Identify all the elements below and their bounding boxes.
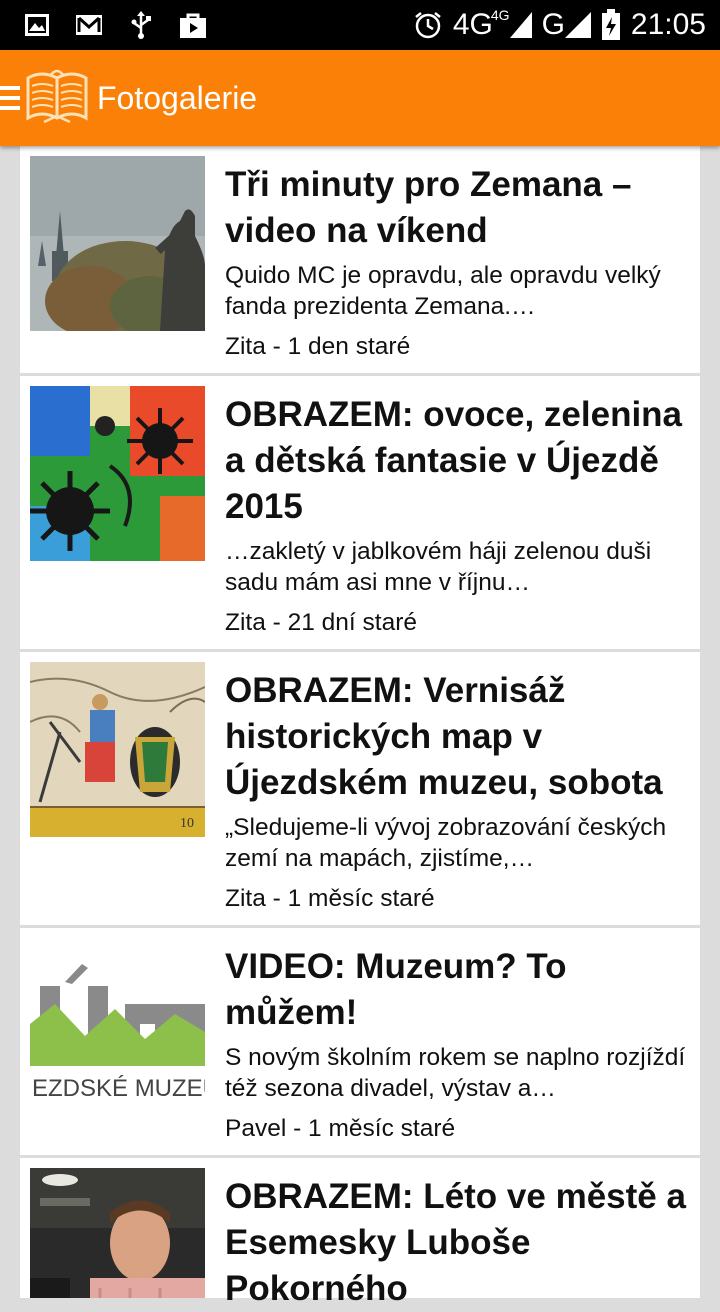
- book-logo-icon[interactable]: [24, 66, 90, 128]
- article-excerpt: Quido MC je opravdu, ale opravdu velký f…: [225, 262, 661, 320]
- bag-icon: [180, 13, 206, 38]
- article-excerpt: S novým školním rokem se naplno rozjíždí…: [225, 1044, 686, 1102]
- hamburger-menu-icon[interactable]: [0, 84, 22, 112]
- article-title[interactable]: VIDEO: Muzeum? To můžem!: [225, 944, 695, 1036]
- museum-logo-text: EZDSKÉ MUZEU: [32, 1075, 205, 1102]
- network-type-4g-small: 4G: [490, 7, 510, 23]
- alarm-icon: [415, 12, 441, 39]
- status-bar: 4G 4G G 21:05: [0, 0, 720, 50]
- signal-icon-2: [564, 12, 591, 38]
- article-title[interactable]: Tři minuty pro Zemana – video na víkend: [225, 162, 695, 254]
- network-type-4g: 4G: [452, 8, 493, 41]
- article-card[interactable]: OBRAZEM: Léto ve městě a Esemesky Luboše…: [20, 1158, 700, 1308]
- battery-icon: [601, 9, 620, 40]
- signal-icon: [509, 12, 532, 38]
- article-title[interactable]: OBRAZEM: Vernisáž historických map v Úje…: [225, 668, 695, 806]
- article-meta: Zita - 1 den staré: [225, 333, 411, 360]
- article-meta: Zita - 1 měsíc staré: [225, 885, 435, 912]
- article-card[interactable]: EZDSKÉ MUZEU VIDEO: Muzeum? To můžem! S …: [20, 928, 700, 1155]
- gmail-icon: [76, 15, 102, 35]
- article-title[interactable]: OBRAZEM: Léto ve městě a Esemesky Luboše…: [225, 1174, 695, 1312]
- article-excerpt: „Sledujeme-li vývoj zobrazování českých …: [225, 814, 667, 872]
- article-thumbnail: [30, 156, 205, 331]
- article-thumbnail: EZDSKÉ MUZEU: [30, 954, 205, 1129]
- app-title: Fotogalerie: [97, 80, 258, 116]
- article-thumbnail: 10: [30, 662, 205, 837]
- image-icon: [25, 14, 49, 36]
- usb-icon: [131, 11, 151, 39]
- museum-logo-image: EZDSKÉ MUZEU: [30, 954, 205, 1129]
- article-card[interactable]: OBRAZEM: ovoce, zelenina a dětská fantas…: [20, 376, 700, 649]
- network-type-g: G: [541, 8, 565, 41]
- article-card[interactable]: 10 OBRAZEM: Vernisáž historických map v …: [20, 652, 700, 925]
- svg-text:10: 10: [180, 816, 194, 831]
- article-thumbnail: [30, 1168, 205, 1298]
- article-title[interactable]: OBRAZEM: ovoce, zelenina a dětská fantas…: [225, 392, 695, 530]
- article-card[interactable]: Tři minuty pro Zemana – video na víkend …: [20, 146, 700, 373]
- article-meta: Zita - 21 dní staré: [225, 609, 418, 636]
- clock: 21:05: [630, 8, 706, 41]
- article-meta: Pavel - 1 měsíc staré: [225, 1115, 456, 1142]
- article-excerpt: …zakletý v jablkovém háji zelenou duši s…: [225, 538, 652, 596]
- app-bar: Fotogalerie: [0, 50, 720, 146]
- article-thumbnail: [30, 386, 205, 561]
